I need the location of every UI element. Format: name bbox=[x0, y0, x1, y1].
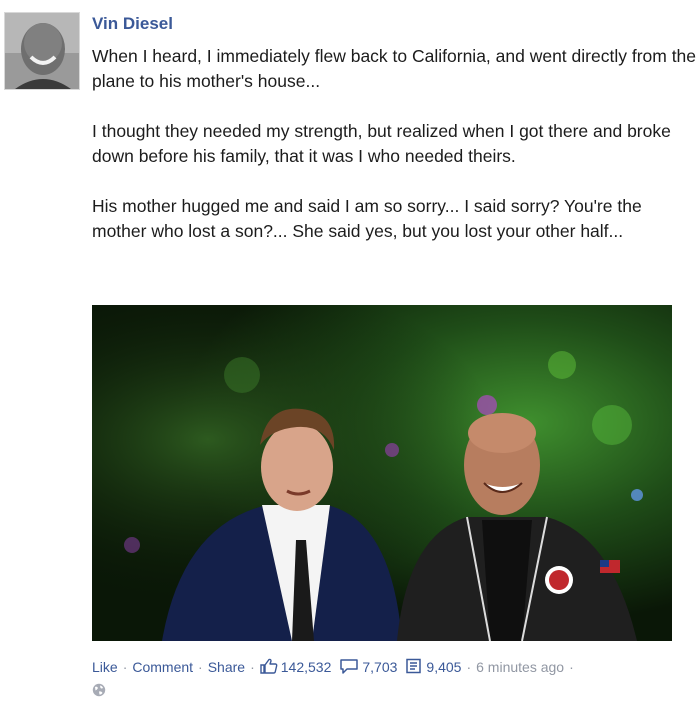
message-paragraph: When I heard, I immediately flew back to… bbox=[92, 46, 697, 91]
author-name-link[interactable]: Vin Diesel bbox=[92, 14, 173, 34]
comments-count[interactable]: 7,703 bbox=[339, 658, 397, 677]
globe-icon[interactable] bbox=[92, 683, 106, 697]
message-paragraph: I thought they needed my strength, but r… bbox=[92, 121, 671, 166]
comments-count-text: 7,703 bbox=[362, 659, 398, 675]
separator-dot: · bbox=[569, 659, 574, 675]
message-paragraph: His mother hugged me and said I am so so… bbox=[92, 196, 642, 241]
likes-count[interactable]: 142,532 bbox=[260, 658, 332, 677]
separator-dot: · bbox=[466, 659, 472, 675]
author-avatar[interactable] bbox=[4, 12, 80, 90]
separator-dot: · bbox=[122, 659, 128, 675]
separator-dot: · bbox=[250, 659, 255, 675]
speech-bubble-icon bbox=[339, 658, 362, 677]
like-link[interactable]: Like bbox=[92, 659, 118, 675]
thumbs-up-icon bbox=[260, 658, 281, 677]
share-link[interactable]: Share bbox=[208, 659, 245, 675]
share-doc-icon bbox=[405, 658, 426, 677]
separator-dot: · bbox=[198, 659, 203, 675]
comment-link[interactable]: Comment bbox=[132, 659, 193, 675]
feed-post: Vin Diesel When I heard, I immediately f… bbox=[0, 0, 700, 704]
post-timestamp[interactable]: 6 minutes ago bbox=[476, 659, 564, 675]
post-actions-bar: Like · Comment · Share · 142,532 7,703 9… bbox=[92, 656, 579, 678]
post-photo[interactable] bbox=[92, 305, 672, 641]
likes-count-text: 142,532 bbox=[280, 659, 332, 675]
shares-count-text: 9,405 bbox=[426, 659, 462, 675]
shares-count[interactable]: 9,405 bbox=[405, 658, 461, 677]
post-message: When I heard, I immediately flew back to… bbox=[92, 44, 696, 269]
